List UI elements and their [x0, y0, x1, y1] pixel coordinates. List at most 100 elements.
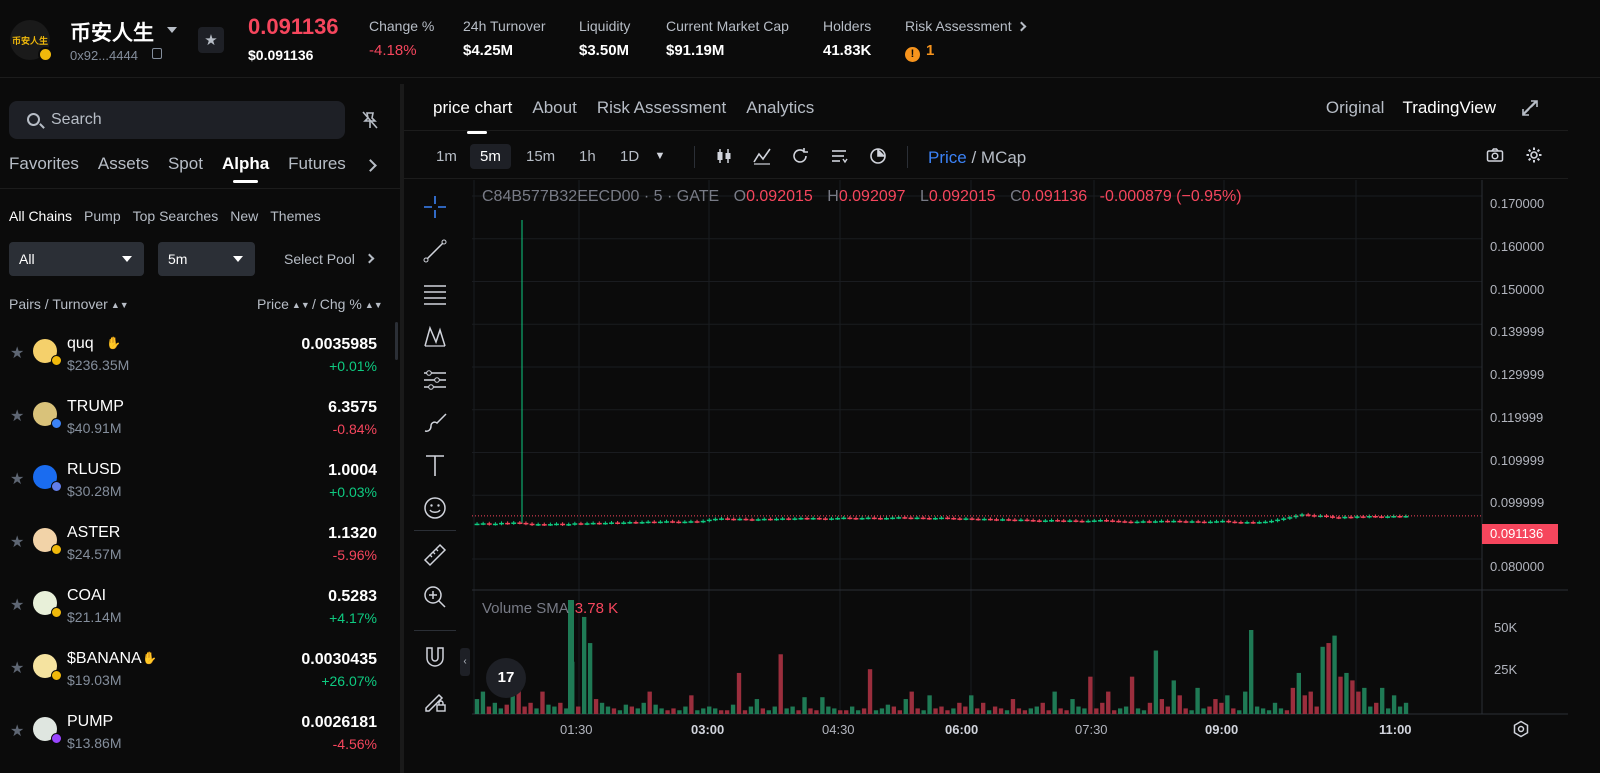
star-icon[interactable]: ★ — [10, 595, 24, 615]
collapse-toolbar-button[interactable]: ‹ — [460, 648, 470, 676]
candle — [1275, 519, 1281, 522]
token-dropdown-icon[interactable] — [167, 27, 177, 33]
stat-value: $4.25M — [463, 42, 514, 59]
candle — [602, 522, 608, 525]
candle — [1152, 521, 1158, 523]
chevron-right-icon[interactable] — [364, 253, 375, 264]
subtab-top-searches[interactable]: Top Searches — [133, 208, 219, 224]
candle — [1030, 520, 1036, 522]
pair-row[interactable]: ★ COAI $21.14M 0.5283 +4.17% — [0, 574, 400, 637]
volume-bar — [1374, 702, 1379, 714]
pool-select[interactable]: Select Pool — [284, 251, 364, 267]
pair-row[interactable]: ★ $BANANA ✋ $19.03M 0.0030435 +26.07% — [0, 637, 400, 700]
tab-spot[interactable]: Spot — [168, 154, 203, 174]
volume-bar — [867, 669, 873, 714]
candle — [731, 518, 737, 521]
volume-bar — [909, 691, 914, 714]
pair-row[interactable]: ★ ASTER $24.57M 1.1320 -5.96% — [0, 511, 400, 574]
price-tick: 0.129999 — [1490, 367, 1545, 382]
pair-row[interactable]: ★ quq ✋ $236.35M 0.0035985 +0.01% — [0, 322, 400, 385]
volume-bar — [1326, 643, 1331, 714]
candle — [474, 523, 480, 526]
tab-favorites[interactable]: Favorites — [9, 154, 79, 174]
time-tick: 06:00 — [945, 722, 979, 737]
candle — [1122, 521, 1128, 523]
tab-assets[interactable]: Assets — [98, 154, 149, 174]
sort-pairs-turnover[interactable]: Pairs / Turnover ▲▼ — [9, 296, 129, 312]
star-icon[interactable]: ★ — [10, 406, 24, 426]
subtab-themes[interactable]: Themes — [270, 208, 321, 224]
tab-alpha[interactable]: Alpha — [222, 154, 269, 183]
pair-row[interactable]: ★ TRUMP $40.91M 6.3575 -0.84% — [0, 385, 400, 448]
time-tick: 11:00 — [1379, 722, 1412, 737]
chain-select[interactable]: All — [9, 242, 144, 276]
volume-bar — [802, 697, 807, 714]
volume-bar — [838, 710, 843, 714]
legend-c-label: C — [1010, 188, 1022, 205]
candle — [890, 517, 896, 520]
star-icon[interactable]: ★ — [10, 721, 24, 741]
volume-bar — [558, 702, 563, 714]
volume-bar — [1022, 710, 1028, 714]
candle — [829, 518, 834, 520]
candle — [963, 518, 969, 520]
candle — [1348, 516, 1354, 519]
tab-futures[interactable]: Futures — [288, 154, 346, 174]
star-icon[interactable]: ★ — [10, 658, 24, 678]
token-avatar — [33, 654, 62, 681]
subtab-new[interactable]: New — [230, 208, 258, 224]
volume-bar — [1201, 708, 1206, 714]
candle — [572, 523, 578, 525]
tradingview-logo[interactable]: 17 — [486, 658, 526, 698]
candle — [1171, 520, 1177, 523]
price-tick: 0.160000 — [1490, 238, 1545, 254]
chain-badge-icon — [51, 481, 62, 492]
interval-select[interactable]: 5m — [158, 242, 255, 276]
risk-assessment-link[interactable]: Risk Assessment ! 1 — [905, 18, 1027, 62]
volume-bar — [992, 706, 998, 714]
volume-bar — [742, 710, 748, 714]
candle — [499, 522, 504, 525]
pin-icon[interactable] — [362, 111, 378, 129]
scrollbar[interactable] — [395, 322, 398, 360]
volume-bar — [718, 710, 724, 714]
token-logo: 币安人生 — [10, 20, 53, 62]
copy-icon[interactable] — [152, 48, 162, 59]
axis-settings-icon[interactable] — [1512, 720, 1530, 738]
price-tick: 0.099999 — [1490, 495, 1545, 511]
stat-market-cap: Current Market Cap $91.19M — [666, 18, 789, 59]
candle — [908, 517, 914, 520]
volume-bar — [695, 710, 700, 714]
category-tabs: Favorites Assets Spot Alpha Futures — [9, 154, 346, 183]
volume-bar — [814, 710, 819, 714]
volume-bar — [1159, 699, 1165, 714]
sort-price[interactable]: Price ▲▼ — [257, 296, 310, 312]
favorite-button[interactable]: ★ — [198, 27, 224, 53]
volume-bar — [568, 600, 574, 714]
time-tick: 01:30 — [560, 722, 593, 737]
pair-turnover: $19.03M — [67, 672, 122, 688]
time-tick: 09:00 — [1205, 722, 1239, 737]
pair-row[interactable]: ★ PUMP $13.86M 0.0026181 -4.56% — [0, 700, 400, 763]
volume-bar — [945, 710, 950, 714]
candle — [1195, 521, 1201, 523]
candle — [865, 517, 871, 520]
candle — [877, 518, 883, 520]
star-icon[interactable]: ★ — [10, 343, 24, 363]
candle — [969, 518, 975, 520]
subtab-all-chains[interactable]: All Chains — [9, 208, 72, 224]
chain-badge-icon — [51, 733, 62, 744]
stat-turnover: 24h Turnover $4.25M — [463, 18, 546, 59]
sort-change[interactable]: / Chg % ▲▼ — [312, 296, 383, 312]
volume-bar — [1344, 672, 1349, 714]
star-icon[interactable]: ★ — [10, 532, 24, 552]
tabs-scroll-right-icon[interactable] — [360, 154, 384, 178]
star-icon[interactable]: ★ — [10, 469, 24, 489]
subtab-pump[interactable]: Pump — [84, 208, 121, 224]
volume-bar — [1195, 687, 1200, 714]
pair-row[interactable]: ★ RLUSD $30.28M 1.0004 +0.03% — [0, 448, 400, 511]
candle — [1091, 520, 1097, 522]
token-name[interactable]: 币安人生 — [70, 17, 154, 47]
search-input[interactable]: Search — [9, 101, 345, 139]
pair-price: 0.0026181 — [301, 714, 377, 731]
